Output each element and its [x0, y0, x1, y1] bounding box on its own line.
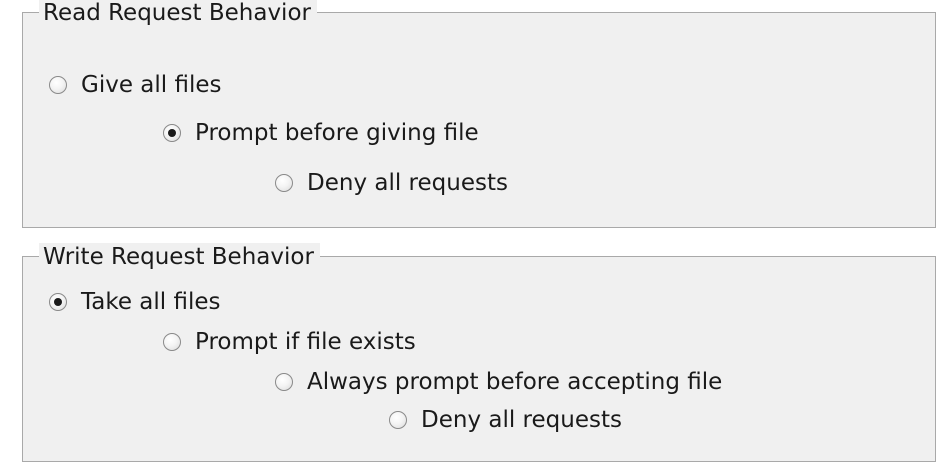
write-option-prompt-if-file-exists[interactable]: Prompt if file exists [163, 328, 416, 356]
radio-button-icon[interactable] [275, 174, 293, 192]
radio-button-icon[interactable] [275, 373, 293, 391]
radio-label: Take all files [81, 289, 221, 315]
radio-button-icon[interactable] [389, 411, 407, 429]
read-option-deny-all-requests[interactable]: Deny all requests [275, 169, 508, 197]
write-option-take-all-files[interactable]: Take all files [49, 288, 221, 316]
radio-label: Prompt if file exists [195, 329, 416, 355]
write-group-title: Write Request Behavior [39, 243, 320, 271]
radio-button-icon[interactable] [49, 76, 67, 94]
read-option-prompt-before-giving[interactable]: Prompt before giving file [163, 119, 479, 147]
radio-button-icon[interactable] [163, 124, 181, 142]
radio-button-icon[interactable] [163, 333, 181, 351]
write-option-deny-all-requests[interactable]: Deny all requests [389, 406, 622, 434]
radio-label: Prompt before giving file [195, 120, 479, 146]
read-group-title: Read Request Behavior [39, 0, 317, 27]
radio-label: Deny all requests [307, 170, 508, 196]
read-request-behavior-group: Read Request Behavior Give all files Pro… [22, 0, 936, 228]
dialog-panel: Read Request Behavior Give all files Pro… [0, 0, 943, 464]
write-option-always-prompt[interactable]: Always prompt before accepting file [275, 368, 722, 396]
radio-label: Always prompt before accepting file [307, 369, 723, 395]
radio-button-icon[interactable] [49, 293, 67, 311]
write-request-behavior-group: Write Request Behavior Take all files Pr… [22, 243, 936, 462]
radio-label: Deny all requests [421, 407, 622, 433]
radio-label: Give all files [81, 72, 222, 98]
read-option-give-all-files[interactable]: Give all files [49, 71, 221, 99]
